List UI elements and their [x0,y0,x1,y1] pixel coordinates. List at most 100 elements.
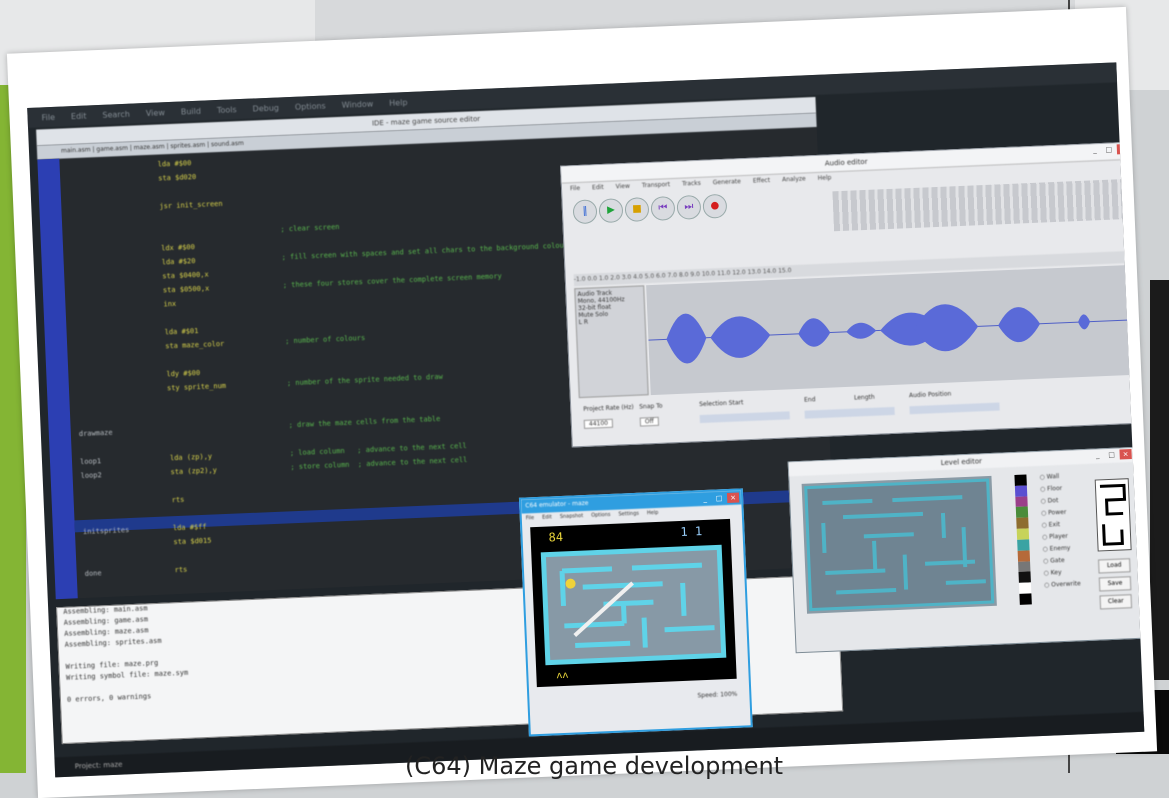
code-instruction [174,553,294,558]
waveform-svg [646,265,1134,395]
play-icon[interactable]: ▶ [598,198,623,223]
code-label [78,418,168,422]
next-image-edge [1150,280,1169,680]
audio-menu-item[interactable]: Help [818,174,832,182]
emulator-menu-item[interactable]: Snapshot [560,513,584,520]
length-label: Length [854,394,875,402]
code-label [75,334,165,338]
menu-item[interactable]: Tools [217,105,237,115]
code-label [68,181,158,185]
audio-menu-item[interactable]: Tracks [682,180,701,188]
menu-item[interactable]: View [146,108,165,118]
emulator-menu-item[interactable]: Help [647,510,659,516]
skip-start-icon[interactable]: ⏮ [650,196,675,221]
menu-item[interactable]: Debug [252,103,279,113]
emulator-menu-item[interactable]: Options [591,512,611,519]
menu-item[interactable]: Window [341,99,373,109]
clear-button[interactable]: Clear [1100,594,1133,609]
tile-option-label: Floor [1047,485,1062,493]
skip-end-icon[interactable]: ⏭ [676,195,701,220]
snap-select[interactable]: Off [640,417,659,427]
code-label [77,390,167,394]
menu-item[interactable]: Search [102,109,130,119]
emulator-menu-item[interactable]: Edit [542,514,552,520]
code-label [70,223,160,227]
audio-position-field[interactable] [909,403,999,415]
waveform-burst-3 [798,318,831,348]
audio-menu-item[interactable]: Transport [642,181,670,189]
audio-menu-item[interactable]: Generate [713,178,741,186]
code-label [80,446,170,450]
code-label [84,544,174,548]
emulator-menu-item[interactable]: File [526,515,535,521]
audio-menu-item[interactable]: File [570,185,580,192]
menu-item[interactable]: Edit [71,111,87,121]
code-label [73,278,163,282]
code-label [68,167,158,171]
load-button[interactable]: Load [1098,558,1131,573]
minimize-icon[interactable]: _ [1091,450,1103,460]
code-label [85,586,175,590]
close-icon[interactable]: × [1117,144,1129,154]
menu-item[interactable]: Build [181,106,201,116]
code-label [81,488,171,492]
record-icon[interactable]: ● [702,194,727,219]
project-rate-select[interactable]: 44100 [584,419,613,429]
tile-option-label: Dot [1048,497,1059,504]
selection-start-label: Selection Start [699,399,743,408]
audio-menu-item[interactable]: View [616,183,631,191]
game-screen[interactable]: 84 1 1 ᴧᴧ [530,519,737,687]
caption-bottom: (C64) Maze game development [405,752,783,780]
maximize-icon[interactable]: □ [1105,450,1117,460]
audio-menu-item[interactable]: Edit [592,184,604,191]
selection-start-field[interactable] [700,411,790,423]
audio-menu-item[interactable]: Analyze [782,175,806,183]
code-instruction [175,581,295,586]
maximize-icon[interactable]: □ [1103,144,1115,154]
code-instruction [169,427,289,432]
code-label [71,236,161,240]
waveform-burst-7 [997,306,1040,343]
audio-menu-item[interactable]: Effect [753,177,771,185]
code-label [82,516,172,520]
maze-edit-canvas[interactable] [802,476,997,614]
end-field[interactable] [805,407,895,419]
audio-editor-window: Audio editor _□× FileEditViewTransportTr… [560,142,1143,448]
save-button[interactable]: Save [1099,576,1132,591]
code-label [75,348,165,352]
menu-item[interactable]: Help [389,98,408,108]
tile-type-options[interactable]: ○ Wall○ Floor○ Dot○ Power○ Exit○ Player○… [1039,470,1081,591]
close-icon[interactable]: × [727,493,739,503]
code-label [74,320,164,324]
tile-option-label: Exit [1049,521,1061,528]
track-control-panel[interactable]: Audio Track Mono, 44100Hz 32-bit float M… [574,285,649,398]
code-label [74,306,164,310]
code-instruction [172,511,292,516]
code-label [73,292,163,296]
monitor-photo: File Edit Search View Build Tools Debug Options… [7,7,1157,798]
minimize-icon[interactable]: _ [699,494,711,504]
menu-item[interactable]: Options [295,101,326,111]
code-label [72,264,162,268]
code-instruction [168,413,288,418]
code-label [69,195,159,199]
tile-option[interactable]: ○ Overwrite [1044,578,1081,592]
pause-icon[interactable]: ‖ [573,199,598,224]
code-instruction [159,190,279,195]
close-icon[interactable]: × [1119,449,1131,459]
emulator-status: Speed: 100% [537,691,737,706]
code-label [84,558,174,562]
menu-item[interactable]: File [41,112,55,122]
code-label [78,404,168,408]
waveform-track[interactable] [646,265,1134,395]
minimize-icon[interactable]: _ [1089,145,1101,155]
emulator-menu-item[interactable]: Settings [618,511,639,518]
level-editor-window: Level editor _□× ○ Wall○ Floor○ Dot○ Pow… [788,447,1143,653]
maximize-icon[interactable]: □ [713,493,725,503]
maze-edit-svg [802,476,997,614]
color-palette[interactable] [1014,474,1031,604]
code-instruction [166,357,286,362]
maze-svg: ᴧᴧ [530,519,737,687]
tile-option-label: Overwrite [1051,580,1081,588]
stop-icon[interactable]: ■ [624,197,649,222]
